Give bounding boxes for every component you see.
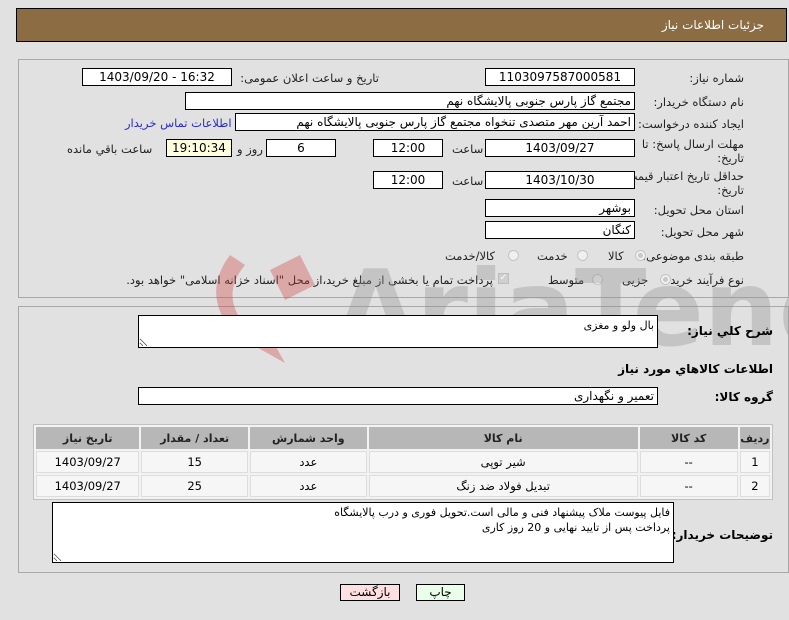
category-option-service: خدمت [537,249,568,263]
province-field: بوشهر [485,199,635,217]
cell-code: -- [639,475,738,497]
price-time-label: ساعت [452,174,484,188]
back-button[interactable]: بازگشت [340,584,400,601]
purchase-option-minor: جزیی [622,273,649,287]
remaining-days: 6 [266,139,336,157]
need-number-field: 1103097587000581 [485,68,635,86]
days-label: روز و [237,142,263,156]
cell-qty: 15 [141,451,248,473]
category-option-goods-service: کالا/خدمت [445,249,496,263]
buyer-org-label: نام دستگاه خریدار: [653,95,744,109]
requester-field: احمد آرین مهر متصدی تنخواه مجتمع گاز پار… [235,113,635,131]
announce-datetime-label: تاریخ و ساعت اعلان عمومی: [240,71,379,85]
page-header: جزئیات اطلاعات نیاز [16,8,787,42]
treasury-note: پرداخت تمام یا بخشی از مبلغ خرید،از محل … [126,273,493,287]
buyer-notes-label: توضیحات خریدار: [671,528,773,542]
price-validity-time: 12:00 [373,171,443,189]
price-validity-label-2: تاریخ: [717,183,744,197]
category-radio-goods[interactable] [635,250,646,261]
city-field: کنگان [485,221,635,239]
col-row: ردیف [739,427,770,449]
cell-row: 2 [739,475,770,497]
cell-unit: عدد [249,475,367,497]
reply-deadline-date: 1403/09/27 [485,139,635,157]
page-title: جزئیات اطلاعات نیاز [661,18,764,32]
table-row: 2 -- تبدیل فولاد ضد زنگ عدد 25 1403/09/2… [36,475,770,497]
buyer-contact-link[interactable]: اطلاعات تماس خریدار [125,116,232,130]
reply-deadline-label: مهلت ارسال پاسخ: تا [641,137,744,151]
goods-section-title: اطلاعات کالاهاي مورد نياز [618,362,773,376]
category-radio-goods-service[interactable] [508,250,519,261]
category-option-goods: کالا [608,249,624,263]
cell-name: شیر توپی [368,451,638,473]
reply-deadline-label-2: تاریخ: [717,151,744,165]
need-number-label: شماره نیاز: [689,71,744,85]
col-code: کد کالا [639,427,738,449]
remaining-time: 19:10:34 [166,139,232,157]
requester-label: ایجاد کننده درخواست: [638,117,744,131]
description-label: شرح کلي نياز: [687,324,773,338]
cell-date: 1403/09/27 [36,451,140,473]
items-table: ردیف کد کالا نام کالا واحد شمارش تعداد /… [33,424,773,500]
category-label: طبقه بندی موضوعی: [642,249,744,263]
cell-name: تبدیل فولاد ضد زنگ [368,475,638,497]
col-date: تاریخ نیاز [36,427,140,449]
cell-row: 1 [739,451,770,473]
goods-group-label: گروه کالا: [714,390,773,404]
cell-date: 1403/09/27 [36,475,140,497]
buyer-notes-textarea[interactable] [52,502,674,563]
print-button[interactable]: چاپ [416,584,465,601]
reply-time-label: ساعت [452,142,484,156]
buyer-org-field: مجتمع گاز پارس جنوبی پالایشگاه نهم [185,92,635,110]
col-unit: واحد شمارش [249,427,367,449]
table-row: 1 -- شیر توپی عدد 15 1403/09/27 [36,451,770,473]
purchase-radio-medium[interactable] [592,274,603,285]
remaining-time-label: ساعت باقي مانده [67,142,153,156]
city-label: شهر محل تحویل: [660,225,744,239]
description-textarea[interactable] [138,315,658,348]
treasury-checkbox[interactable]: ✓ [498,273,509,284]
province-label: استان محل تحویل: [653,203,744,217]
cell-code: -- [639,451,738,473]
price-validity-date: 1403/10/30 [485,171,635,189]
cell-unit: عدد [249,451,367,473]
reply-deadline-time: 12:00 [373,139,443,157]
purchase-option-medium: متوسط [548,273,585,287]
category-radio-service[interactable] [577,250,588,261]
goods-group-field: تعمیر و نگهداری [138,387,658,405]
col-name: نام کالا [368,427,638,449]
announce-datetime-field: 1403/09/20 - 16:32 [82,68,232,86]
purchase-type-label: نوع فرآیند خرید : [662,273,744,287]
table-header-row: ردیف کد کالا نام کالا واحد شمارش تعداد /… [36,427,770,449]
purchase-radio-minor[interactable] [660,274,671,285]
col-qty: تعداد / مقدار [141,427,248,449]
cell-qty: 25 [141,475,248,497]
